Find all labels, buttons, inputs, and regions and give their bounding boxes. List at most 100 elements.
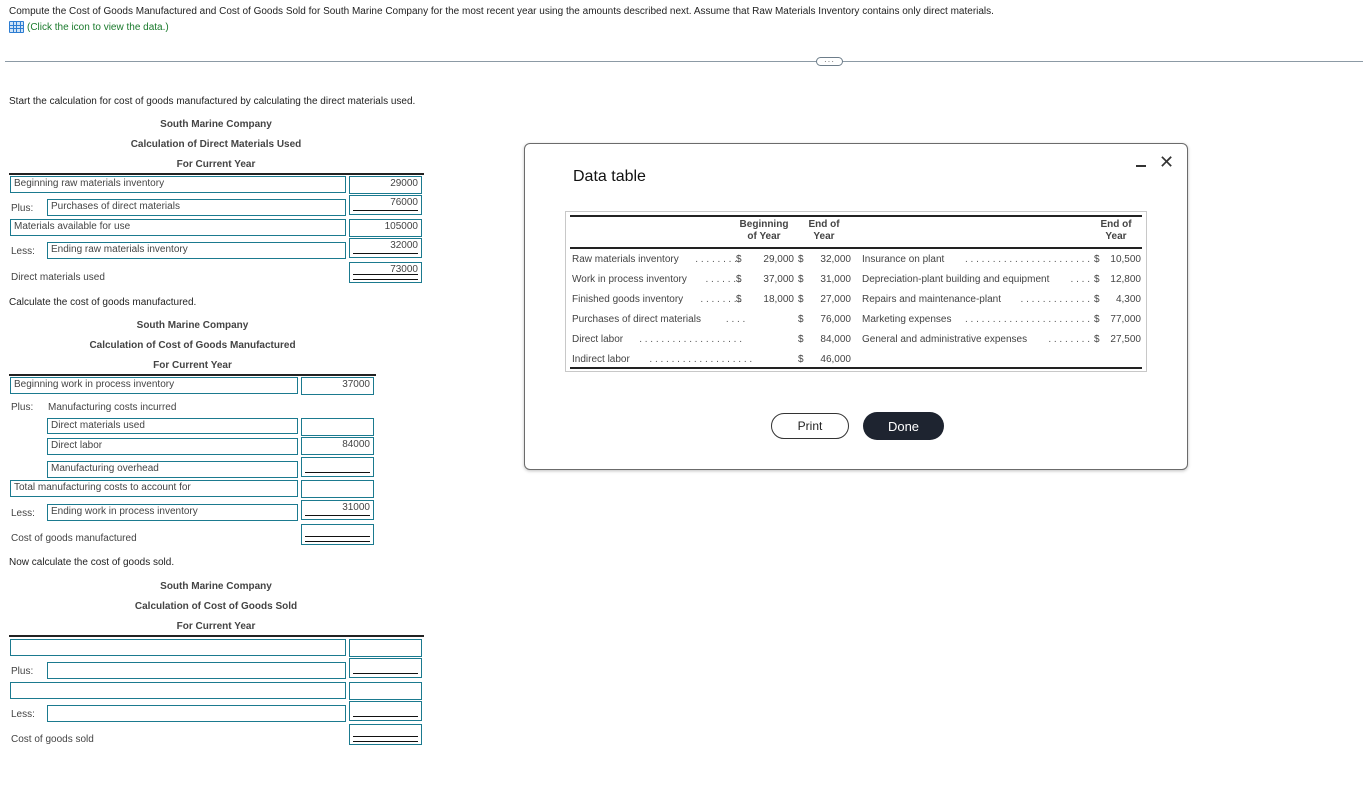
dmu-amount-used[interactable]: 73000 <box>349 262 422 283</box>
data-row-beg-value: 18,000 <box>763 294 794 305</box>
cogs-label-row2[interactable] <box>47 662 346 679</box>
header-beginning-of-year: Beginning of Year <box>734 219 794 243</box>
data-row-end-currency: $ <box>798 314 804 325</box>
cogs-label-row1[interactable] <box>10 639 346 656</box>
dmu-company: South Marine Company <box>160 119 272 130</box>
data-row-beg-currency: $ <box>736 294 742 305</box>
cogs-title: Calculation of Cost of Goods Sold <box>134 601 298 612</box>
dmu-header-rule <box>9 173 424 175</box>
dmu-label-used: Direct materials used <box>11 272 105 283</box>
dmu-amount-purchases[interactable]: 76000 <box>349 195 422 215</box>
data-row-label: Direct labor <box>572 334 624 345</box>
dmu-label-purchases[interactable]: Purchases of direct materials <box>47 199 346 216</box>
cogm-amount-beginning-wip[interactable]: 37000 <box>301 377 374 395</box>
table-grid-icon[interactable] <box>9 21 24 33</box>
header-beginning-line1: Beginning <box>739 219 789 230</box>
data-row-value: 27,500 <box>1110 334 1141 345</box>
data-row-end-value: 46,000 <box>820 354 851 365</box>
data-row-label: Repairs and maintenance-plant <box>862 294 1001 305</box>
cogs-amount-row3[interactable] <box>349 682 422 700</box>
header-end-of-year-right: End of Year <box>1094 219 1138 243</box>
cogm-amount-direct-labor[interactable]: 84000 <box>301 437 374 455</box>
cogm-period: For Current Year <box>153 360 232 371</box>
data-row-beg-value: 29,000 <box>763 254 794 265</box>
modal-title: Data table <box>573 168 646 185</box>
cogm-plus-label: Plus: <box>11 402 34 413</box>
data-row-currency: $ <box>1094 314 1100 325</box>
header-right-end-line2: Year <box>1105 231 1127 242</box>
cogs-instruction: Now calculate the cost of goods sold. <box>9 557 175 568</box>
done-button[interactable]: Done <box>863 412 944 440</box>
header-beginning-line2: of Year <box>747 231 781 242</box>
data-row-label: Raw materials inventory <box>572 254 679 265</box>
cogs-amount-cogs[interactable] <box>349 724 422 745</box>
cogm-label-cogm: Cost of goods manufactured <box>11 533 137 544</box>
cogm-amount-dm-used[interactable] <box>301 418 374 436</box>
dmu-amount-available[interactable]: 105000 <box>349 219 422 237</box>
cogm-instruction: Calculate the cost of goods manufactured… <box>9 297 197 308</box>
data-row-end-currency: $ <box>798 254 804 265</box>
cogm-label-direct-labor[interactable]: Direct labor <box>47 438 298 455</box>
header-end-of-year-left: End of Year <box>802 219 846 243</box>
data-table-modal: Data table ✕ Beginning of Year End of Ye… <box>524 143 1188 470</box>
section-divider <box>5 61 1363 62</box>
data-row-end-value: 76,000 <box>820 314 851 325</box>
data-row-end-currency: $ <box>798 274 804 285</box>
data-row-beg-value: 37,000 <box>763 274 794 285</box>
cogm-amount-ending-wip[interactable]: 31000 <box>301 500 374 520</box>
data-row-currency: $ <box>1094 294 1100 305</box>
data-row-label: Marketing expenses <box>862 314 952 325</box>
print-button[interactable]: Print <box>771 413 849 439</box>
data-row-leader-dots: . . . . . . . . . . . . . <box>1020 294 1090 305</box>
cogm-amount-cogm[interactable] <box>301 524 374 545</box>
dmu-amount-beginning-raw[interactable]: 29000 <box>349 176 422 194</box>
header-right-end-line1: End of <box>1100 219 1132 230</box>
view-data-text[interactable]: (Click the icon to view the data.) <box>27 22 169 33</box>
header-end-line1: End of <box>808 219 840 230</box>
table-top-rule <box>570 215 1142 217</box>
data-row-end-currency: $ <box>798 334 804 345</box>
table-bottom-rule <box>570 367 1142 369</box>
cogm-label-ending-wip[interactable]: Ending work in process inventory <box>47 504 298 521</box>
cogm-amount-overhead[interactable] <box>301 457 374 477</box>
cogs-amount-row4[interactable] <box>349 701 422 721</box>
data-row-label: Indirect labor <box>572 354 630 365</box>
dmu-label-available[interactable]: Materials available for use <box>10 219 346 236</box>
cogm-label-total-costs[interactable]: Total manufacturing costs to account for <box>10 480 298 497</box>
data-row-label: Depreciation-plant building and equipmen… <box>862 274 1050 285</box>
data-row-leader-dots: . . . . . . . . . . . . . . . . . . . . … <box>964 254 1090 265</box>
data-row-label: Purchases of direct materials <box>572 314 701 325</box>
data-row-end-value: 84,000 <box>820 334 851 345</box>
cogs-label-row4[interactable] <box>47 705 346 722</box>
data-row-end-value: 31,000 <box>820 274 851 285</box>
cogs-amount-row2[interactable] <box>349 658 422 678</box>
cogm-label-beginning-wip[interactable]: Beginning work in process inventory <box>10 377 298 394</box>
minimize-icon[interactable] <box>1136 165 1146 167</box>
close-icon[interactable]: ✕ <box>1159 152 1174 173</box>
data-row-currency: $ <box>1094 274 1100 285</box>
cogm-less-label: Less: <box>11 508 35 519</box>
data-row-value: 77,000 <box>1110 314 1141 325</box>
dmu-label-ending-raw[interactable]: Ending raw materials inventory <box>47 242 346 259</box>
expand-handle[interactable]: ··· <box>816 57 843 66</box>
data-row-label: Work in process inventory <box>572 274 687 285</box>
cogs-label-row3[interactable] <box>10 682 346 699</box>
view-data-link[interactable]: (Click the icon to view the data.) <box>9 21 169 33</box>
dmu-amount-ending-raw[interactable]: 32000 <box>349 238 422 258</box>
dmu-instruction: Start the calculation for cost of goods … <box>9 96 416 107</box>
data-row-end-value: 32,000 <box>820 254 851 265</box>
dmu-period: For Current Year <box>176 159 256 170</box>
cogs-amount-row1[interactable] <box>349 639 422 657</box>
cogm-header-rule <box>9 374 376 376</box>
cogm-label-overhead[interactable]: Manufacturing overhead <box>47 461 298 478</box>
cogm-amount-total-costs[interactable] <box>301 480 374 498</box>
cogm-label-mfg-costs: Manufacturing costs incurred <box>48 402 177 413</box>
data-row-label: General and administrative expenses <box>862 334 1028 345</box>
data-row-end-currency: $ <box>798 294 804 305</box>
question-text: Compute the Cost of Goods Manufactured a… <box>9 6 994 17</box>
cogm-label-dm-used[interactable]: Direct materials used <box>47 418 298 434</box>
dmu-label-beginning-raw[interactable]: Beginning raw materials inventory <box>10 176 346 193</box>
cogs-less-label: Less: <box>11 709 35 720</box>
cogm-title: Calculation of Cost of Goods Manufacture… <box>89 340 296 351</box>
data-row-leader-dots: . . . . <box>1070 274 1090 285</box>
